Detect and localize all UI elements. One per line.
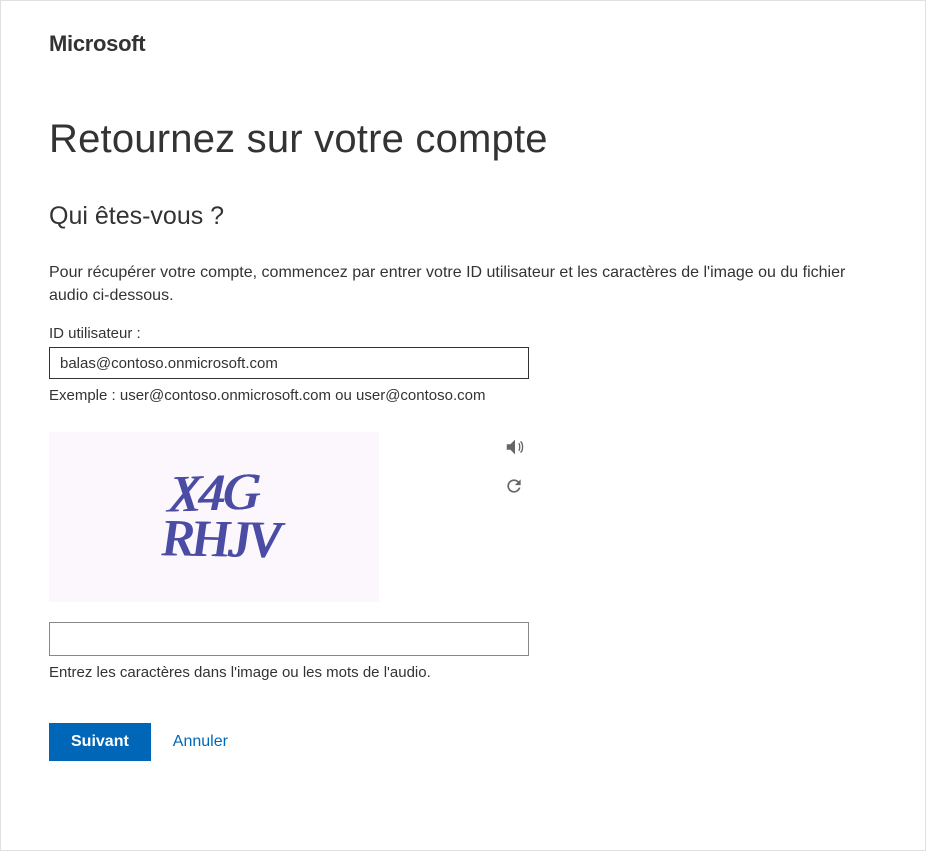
next-button[interactable]: Suivant bbox=[49, 723, 151, 761]
refresh-icon[interactable] bbox=[504, 476, 526, 498]
user-id-example: Exemple : user@contoso.onmicrosoft.com o… bbox=[49, 387, 877, 404]
captcha-input[interactable] bbox=[49, 622, 529, 656]
microsoft-logo: Microsoft bbox=[49, 31, 877, 57]
captcha-image: X4G RHJV bbox=[49, 432, 379, 602]
cancel-link[interactable]: Annuler bbox=[173, 733, 228, 751]
audio-icon[interactable] bbox=[504, 436, 526, 458]
instructions-text: Pour récupérer votre compte, commencez p… bbox=[49, 261, 877, 307]
page-title: Retournez sur votre compte bbox=[49, 117, 877, 162]
user-id-label: ID utilisateur : bbox=[49, 325, 877, 342]
captcha-text-line2: RHJV bbox=[161, 516, 279, 565]
captcha-hint: Entrez les caractères dans l'image ou le… bbox=[49, 664, 877, 681]
sub-heading: Qui êtes-vous ? bbox=[49, 202, 877, 231]
user-id-input[interactable] bbox=[49, 347, 529, 379]
